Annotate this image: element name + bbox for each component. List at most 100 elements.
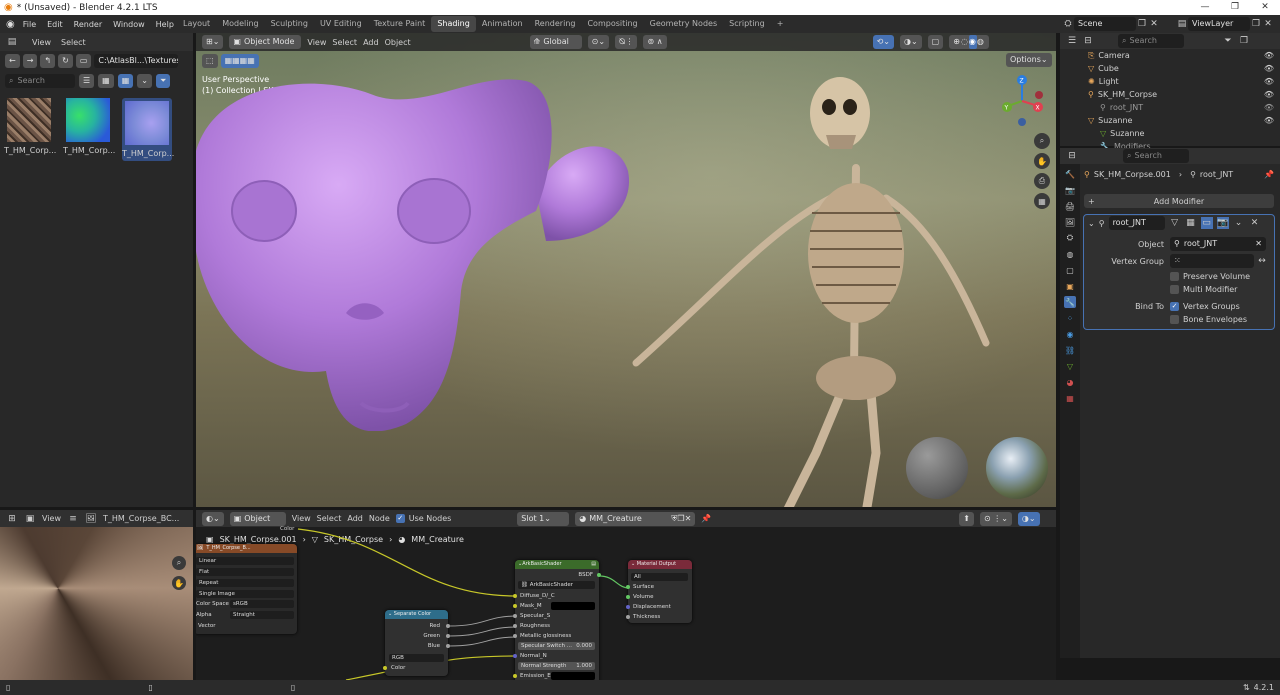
new-collection-icon[interactable]: ❐ [1238, 35, 1250, 47]
outliner-item-light[interactable]: ✺ Light 👁 [1088, 75, 1280, 88]
socket[interactable] [626, 585, 630, 589]
thumbnail-view-icon[interactable]: ▦ [117, 74, 134, 88]
material-output-node[interactable]: ⌄ Material Output All Surface Volume Dis… [626, 560, 692, 623]
filter-icon[interactable]: ⏷ [156, 74, 171, 88]
emission-color-field[interactable] [551, 672, 595, 680]
object-tab-icon[interactable]: ▣ [1064, 280, 1076, 292]
delete-scene-icon[interactable]: ✕ [1148, 18, 1160, 30]
path-field[interactable]: C:\AtlasBl...\Textures\ [94, 54, 179, 68]
menu-render[interactable]: Render [74, 20, 102, 29]
specular-switch-field[interactable]: Specular Switch ... 0.000 [518, 642, 595, 650]
clear-icon[interactable]: ✕ [1255, 237, 1262, 251]
tab-texture-paint[interactable]: Texture Paint [368, 16, 432, 32]
render-icon[interactable]: 📷 [1216, 217, 1229, 229]
color-space-dropdown[interactable]: sRGB [230, 600, 294, 608]
new-folder-icon[interactable]: ▭ [75, 54, 92, 68]
editor-type-icon[interactable]: ▤ [6, 36, 18, 48]
menu-file[interactable]: File [23, 20, 36, 29]
multi-modifier-checkbox[interactable]: Multi Modifier [1170, 285, 1237, 294]
gizmo-toggle-icon[interactable]: ⟲⌄ [872, 35, 894, 49]
visibility-eye-icon[interactable]: 👁 [1264, 90, 1274, 99]
outliner-item-suzanne[interactable]: ▽ Suzanne 👁 [1088, 114, 1280, 127]
image-name-field[interactable]: T_HM_Corpse_BC... [103, 514, 179, 523]
collection-tab-icon[interactable]: ▢ [1064, 264, 1076, 276]
refresh-icon[interactable]: ↻ [58, 54, 73, 68]
node-editor-panel[interactable]: ◐⌄ ▣ Object View Select Add Node ✓ Use Nod… [196, 510, 1056, 680]
blender-menu-icon[interactable]: ◉ [6, 19, 15, 30]
invert-arrows-icon[interactable]: ↔ [1256, 255, 1268, 267]
new-scene-icon[interactable]: ❐ [1136, 18, 1148, 30]
socket[interactable] [513, 604, 517, 608]
zoom-icon[interactable]: ⌕ [172, 556, 186, 570]
world-tab-icon[interactable]: ◍ [1064, 248, 1076, 260]
texture-canvas[interactable] [0, 527, 193, 680]
socket[interactable] [513, 594, 517, 598]
delete-view-layer-icon[interactable]: ✕ [1262, 18, 1274, 30]
interpolation-dropdown[interactable]: Linear [196, 557, 294, 565]
back-arrow-icon[interactable]: ← [5, 54, 20, 68]
image-texture-node[interactable]: 🖼 T_HM_Corpse_B... Linear Flat Repeat Sin… [196, 544, 297, 634]
socket[interactable] [626, 605, 630, 609]
texture-tab-icon[interactable]: ▦ [1064, 392, 1076, 404]
forward-arrow-icon[interactable]: → [22, 54, 38, 68]
pivot-icon[interactable]: ⊙⌄ [587, 35, 610, 49]
menu-select[interactable]: Select [332, 38, 357, 47]
socket[interactable] [446, 634, 450, 638]
socket[interactable] [626, 595, 630, 599]
scene-name-field[interactable]: Scene [1074, 17, 1136, 31]
properties-editor-icon[interactable]: ⊟ [1066, 150, 1078, 162]
outliner-item-sk-hm-corpse[interactable]: ⚲ SK_HM_Corpse 👁 [1088, 88, 1280, 101]
socket[interactable] [383, 666, 387, 670]
editor-type-icon[interactable]: ⊞⌄ [202, 35, 224, 49]
constraints-tab-icon[interactable]: ⛓ [1064, 344, 1076, 356]
menu-object[interactable]: Object [385, 38, 411, 47]
outliner-item-root-jnt[interactable]: ⚲ root_JNT 👁 [1088, 101, 1280, 114]
menu-view[interactable]: View [32, 38, 51, 47]
add-workspace-button[interactable]: + [771, 16, 790, 32]
ark-basic-shader-node[interactable]: ⌄ ArkBasicShader ▤ ⛓ ArkBasicShader BSDF … [513, 560, 601, 680]
preserve-volume-checkbox[interactable]: Preserve Volume [1170, 272, 1250, 281]
filter-icon[interactable]: ⏷ [1222, 35, 1234, 47]
realtime-icon[interactable]: ▭ [1200, 217, 1213, 229]
physics-tab-icon[interactable]: ◉ [1064, 328, 1076, 340]
options-button[interactable]: Options ⌄ [1006, 53, 1052, 67]
scene-tab-icon[interactable]: ⛭ [1064, 232, 1076, 244]
tab-geometry-nodes[interactable]: Geometry Nodes [644, 16, 723, 32]
zoom-icon[interactable]: ⌕ [1034, 133, 1050, 149]
alpha-dropdown[interactable]: Straight [230, 611, 294, 619]
target-dropdown[interactable]: All [631, 573, 688, 581]
socket[interactable] [513, 624, 517, 628]
menu-edit[interactable]: Edit [47, 20, 63, 29]
source-dropdown[interactable]: Single Image [196, 590, 294, 598]
shading-modes[interactable]: ⊕◌ ◉ ◍ [949, 35, 989, 49]
data-tab-icon[interactable]: ▽ [1064, 360, 1076, 372]
snap-icon[interactable]: ⦰⋮ [615, 35, 638, 49]
mode-dropdown[interactable]: ▣ Object Mode [229, 35, 302, 49]
menu-view[interactable]: View [307, 38, 326, 47]
outliner-item-camera[interactable]: ⎘ Camera 👁 [1088, 49, 1280, 62]
output-tab-icon[interactable]: 🖨 [1064, 200, 1076, 212]
new-view-layer-icon[interactable]: ❐ [1250, 18, 1262, 30]
add-modifier-button[interactable]: + Add Modifier [1084, 194, 1274, 208]
outliner-item-cube[interactable]: ▽ Cube 👁 [1088, 62, 1280, 75]
viewport-3d[interactable]: ⊞⌄ ▣ Object Mode View Select Add Object ⟰… [196, 33, 1056, 507]
proportional-edit-icon[interactable]: ⊚ ∧ [643, 35, 667, 49]
view-layer-tab-icon[interactable]: 🖼 [1064, 216, 1076, 228]
projection-dropdown[interactable]: Flat [196, 568, 294, 576]
view-layer-selector[interactable]: ▤ ViewLayer ❐ ✕ [1176, 17, 1274, 31]
visibility-eye-icon[interactable]: 👁 [1264, 103, 1274, 112]
navigation-gizmo[interactable]: Z Y X [996, 73, 1046, 129]
visibility-eye-icon[interactable]: 👁 [1264, 116, 1274, 125]
xray-icon[interactable]: ▢ [927, 35, 944, 49]
file-item-selected[interactable]: T_HM_Corp... [122, 98, 174, 161]
tab-rendering[interactable]: Rendering [529, 16, 582, 32]
socket[interactable] [513, 634, 517, 638]
menu-window[interactable]: Window [113, 20, 145, 29]
socket[interactable] [626, 615, 630, 619]
tab-layout[interactable]: Layout [177, 16, 216, 32]
minimize-button[interactable]: — [1190, 0, 1220, 15]
camera-view-icon[interactable]: ⎙ [1034, 173, 1050, 189]
menu-select[interactable]: Select [61, 38, 86, 47]
socket[interactable] [446, 624, 450, 628]
pin-icon[interactable]: 📌 [1264, 170, 1274, 179]
